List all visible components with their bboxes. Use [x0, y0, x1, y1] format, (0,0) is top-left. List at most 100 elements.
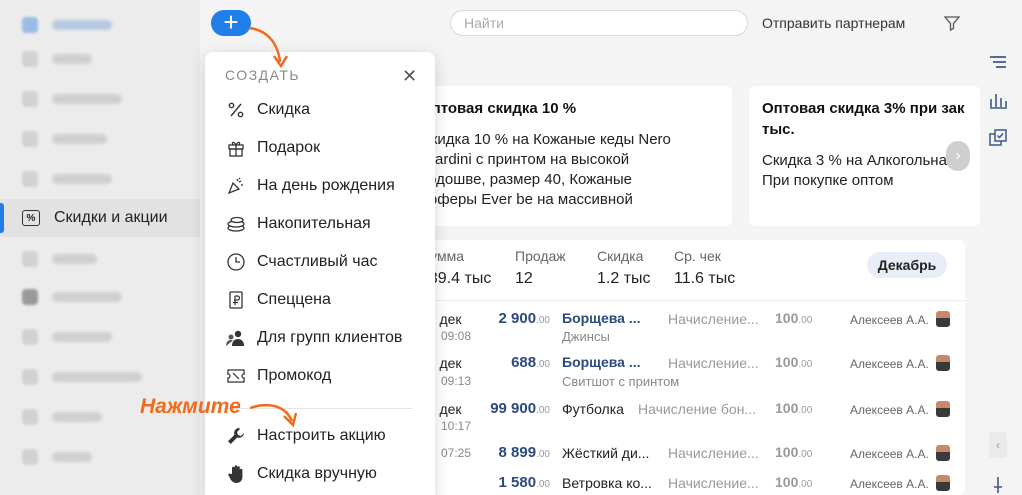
stat-value: 1.2 тыс [597, 270, 651, 287]
row-product-name: Футболка [562, 401, 624, 417]
sidebar-icon [22, 91, 38, 107]
sidebar-icon [22, 251, 38, 267]
month-selector-button[interactable]: Декабрь [867, 252, 947, 278]
row-employee: Алексеев А.А. [850, 313, 929, 327]
row-time: 07:25 [441, 446, 472, 460]
promo-card-line: подошве, размер 40, Кожаные [420, 171, 633, 188]
avatar [936, 475, 950, 491]
menu-item-happy-hour[interactable]: Счастливый час [225, 247, 425, 277]
search-input[interactable]: Найти [450, 10, 748, 36]
menu-item-promocode[interactable]: Промокод [225, 361, 425, 391]
row-points: 100.00 [775, 474, 813, 490]
sidebar-blurred-label [52, 452, 92, 462]
promo-card-line: Скидка 10 % на Кожаные кеды Nero [420, 131, 671, 148]
party-popper-icon [225, 175, 247, 197]
filter-icon[interactable] [944, 15, 960, 31]
sidebar-blurred-label [52, 292, 122, 302]
row-points: 100.00 [775, 400, 813, 416]
stat-label: Ср. чек [674, 248, 721, 264]
menu-item-cumulative[interactable]: Накопительная [225, 209, 425, 239]
sidebar-blurred-label [52, 412, 102, 422]
row-time: 10:17 [441, 419, 472, 433]
close-icon[interactable]: ✕ [402, 66, 417, 87]
promo-card-line: лоферы Ever be на массивной [420, 191, 633, 208]
tasks-icon[interactable] [988, 128, 1008, 148]
avatar [936, 311, 950, 327]
menu-item-client-groups[interactable]: Для групп клиентов [225, 323, 425, 353]
menu-item-manual-discount[interactable]: Скидка вручную [225, 459, 425, 489]
pin-icon[interactable] [988, 475, 1008, 495]
promo-card-title-cont: тыс. [762, 121, 795, 138]
sidebar-item[interactable] [0, 240, 200, 278]
sidebar-header[interactable] [0, 6, 200, 44]
promo-card-title: Оптовая скидка 10 % [420, 100, 577, 117]
menu-item-label: Счастливый час [257, 253, 378, 270]
menu-item-label: Настроить акцию [257, 427, 386, 444]
sidebar-item[interactable] [0, 160, 200, 198]
menu-item-special-price[interactable]: Спеццена [225, 285, 425, 315]
collapse-tab[interactable]: ‹ [989, 432, 1007, 458]
row-operation: Начисление... [668, 311, 759, 327]
sidebar-icon [22, 409, 38, 425]
sidebar-blurred-label [52, 332, 112, 342]
sidebar-item[interactable] [0, 358, 200, 396]
sidebar-blurred-label [52, 134, 107, 144]
ticket-icon [225, 365, 247, 387]
row-product-name: Жёсткий ди... [562, 445, 650, 461]
bar-chart-icon[interactable] [988, 90, 1008, 110]
sidebar-item-label: Скидки и акции [54, 209, 168, 226]
menu-item-configure-promo[interactable]: Настроить акцию [225, 421, 425, 451]
sidebar-item[interactable] [0, 120, 200, 158]
menu-item-label: Для групп клиентов [257, 329, 403, 346]
create-button[interactable]: + [211, 9, 251, 36]
row-operation: Начисление... [668, 445, 759, 461]
sidebar-item[interactable] [0, 40, 200, 78]
menu-item-label: Накопительная [257, 215, 371, 232]
menu-item-discount[interactable]: Скидка [225, 95, 425, 125]
sidebar-blurred-label [52, 94, 122, 104]
row-employee: Алексеев А.А. [850, 447, 929, 461]
row-time: 09:13 [441, 374, 472, 388]
sidebar-item[interactable] [0, 318, 200, 356]
percent-icon: % [22, 210, 40, 226]
row-product-name: Ветровка ко... [562, 475, 652, 491]
menu-item-label: Промокод [257, 367, 332, 384]
avatar [936, 401, 950, 417]
row-client-link[interactable]: Борщева ... [562, 310, 641, 326]
sidebar: % Скидки и акции [0, 0, 200, 495]
list-icon[interactable] [988, 52, 1008, 72]
menu-item-label: Подарок [257, 139, 321, 156]
sidebar-item[interactable] [0, 278, 200, 316]
hand-icon [225, 463, 247, 485]
row-amount: 1 580.00 [498, 474, 550, 491]
sidebar-item-discounts[interactable]: % Скидки и акции [0, 199, 200, 237]
coins-icon [225, 213, 247, 235]
stat-label: Продаж [515, 248, 566, 264]
send-to-partners-link[interactable]: Отправить партнерам [762, 15, 905, 31]
row-employee: Алексеев А.А. [850, 357, 929, 371]
sidebar-blurred-label [52, 20, 112, 30]
active-indicator [0, 203, 4, 233]
sidebar-blurred-label [52, 54, 92, 64]
sidebar-item[interactable] [0, 80, 200, 118]
menu-item-gift[interactable]: Подарок [225, 133, 425, 163]
row-amount: 99 900.00 [490, 400, 550, 417]
price-tag-icon [225, 289, 247, 311]
row-time: 09:08 [441, 329, 472, 343]
avatar [936, 445, 950, 461]
sidebar-icon [22, 171, 38, 187]
menu-item-label: Скидка [257, 101, 311, 118]
menu-item-birthday[interactable]: На день рождения [225, 171, 425, 201]
row-employee: Алексеев А.А. [850, 477, 929, 491]
sidebar-icon [22, 131, 38, 147]
chevron-right-icon[interactable]: › [946, 141, 970, 171]
row-amount: 8 899.00 [498, 444, 550, 461]
row-client-link[interactable]: Борщева ... [562, 354, 641, 370]
sidebar-icon [22, 329, 38, 345]
menu-item-label: На день рождения [257, 177, 395, 194]
right-toolbar [980, 0, 1022, 495]
dropdown-title: СОЗДАТЬ [225, 67, 301, 83]
sidebar-item[interactable] [0, 438, 200, 476]
promo-card-line: При покупке оптом [762, 172, 894, 189]
wrench-icon [225, 425, 247, 447]
